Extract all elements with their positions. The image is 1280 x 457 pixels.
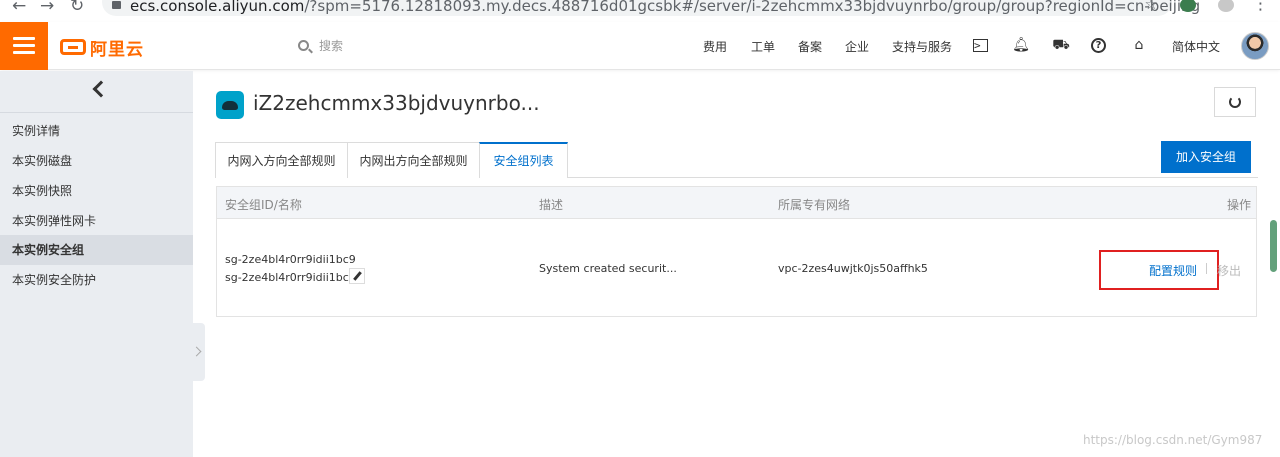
home-icon[interactable]: ⌂ — [1130, 36, 1148, 54]
lock-icon — [112, 1, 121, 9]
remove-link[interactable]: 移出 — [1217, 262, 1241, 279]
tab-outbound-rules[interactable]: 内网出方向全部规则 — [347, 142, 480, 178]
action-separator — [1206, 263, 1207, 274]
hamburger-menu-icon[interactable] — [0, 22, 48, 70]
sidebar: 实例详情 本实例磁盘 本实例快照 本实例弹性网卡 本实例安全组 本实例安全防护 — [0, 71, 193, 457]
cart-icon[interactable]: ⛟ — [1052, 36, 1070, 54]
global-search[interactable]: 搜索 — [298, 37, 343, 54]
console-header: 阿里云 搜索 费用 工单 备案 企业 支持与服务 >_ 🔔︎ ⛟ ? ⌂ 简体中… — [0, 22, 1280, 70]
reload-icon[interactable]: ↻ — [70, 0, 84, 16]
sidebar-back-button[interactable] — [0, 71, 193, 113]
tab-bar: 内网入方向全部规则 内网出方向全部规则 安全组列表 — [215, 142, 568, 178]
ecs-instance-icon — [216, 91, 244, 119]
sidebar-item-instance-details[interactable]: 实例详情 — [0, 116, 193, 146]
page-title: iZ2zehcmmx33bjdvuynrbo... — [253, 91, 540, 115]
forward-arrow-icon[interactable]: → — [40, 0, 54, 16]
nav-link-support[interactable]: 支持与服务 — [892, 38, 952, 55]
bell-icon[interactable]: 🔔︎ — [1012, 36, 1030, 54]
address-bar[interactable]: ecs.console.aliyun.com/?spm=5176.1281809… — [102, 0, 1200, 16]
security-group-description: System created securit... — [539, 262, 677, 275]
configure-rules-link[interactable]: 配置规则 — [1149, 262, 1197, 279]
sidebar-item-eni[interactable]: 本实例弹性网卡 — [0, 206, 193, 236]
aliyun-logo-icon — [60, 39, 86, 55]
back-arrow-icon[interactable]: ← — [12, 0, 26, 16]
aliyun-logo[interactable]: 阿里云 — [60, 36, 144, 60]
watermark: https://blog.csdn.net/Gym987 — [1083, 433, 1263, 447]
chevron-right-icon — [191, 346, 202, 357]
search-placeholder: 搜索 — [319, 39, 344, 53]
scrollbar[interactable] — [1270, 220, 1277, 272]
profile-icon[interactable] — [1218, 0, 1234, 12]
help-icon[interactable]: ? — [1091, 38, 1106, 53]
sidebar-item-security-protection[interactable]: 本实例安全防护 — [0, 265, 193, 295]
chevron-left-icon — [92, 80, 110, 98]
bookmark-star-icon[interactable]: ☆ — [1145, 0, 1158, 13]
sidebar-item-snapshots[interactable]: 本实例快照 — [0, 176, 193, 206]
terminal-icon[interactable]: >_ — [973, 39, 988, 52]
avatar[interactable] — [1241, 32, 1269, 60]
browser-toolbar: ← → ↻ ecs.console.aliyun.com/?spm=5176.1… — [0, 0, 1280, 22]
sidebar-item-disks[interactable]: 本实例磁盘 — [0, 146, 193, 176]
column-header-id: 安全组ID/名称 — [225, 198, 302, 212]
url-text: ecs.console.aliyun.com/?spm=5176.1281809… — [130, 0, 1201, 15]
sidebar-collapse-handle[interactable] — [191, 323, 205, 381]
tab-security-group-list[interactable]: 安全组列表 — [479, 142, 568, 178]
security-group-name: sg-2ze4bl4r0rr9idii1bc... — [225, 271, 360, 284]
browser-menu-icon[interactable]: ⋮ — [1252, 0, 1269, 14]
nav-link-ticket[interactable]: 工单 — [751, 38, 775, 55]
security-group-vpc: vpc-2zes4uwjtk0js50affhk5 — [778, 262, 928, 275]
sidebar-item-security-groups[interactable]: 本实例安全组 — [0, 235, 193, 265]
refresh-icon — [1229, 96, 1241, 108]
nav-link-enterprise[interactable]: 企业 — [845, 38, 869, 55]
search-icon — [298, 40, 309, 51]
refresh-button[interactable] — [1214, 87, 1256, 117]
column-header-actions: 操作 — [1227, 198, 1252, 212]
column-header-vpc: 所属专有网络 — [778, 198, 851, 212]
table-header: 安全组ID/名称 描述 所属专有网络 操作 — [217, 187, 1256, 219]
tab-divider — [568, 177, 1258, 178]
security-group-id: sg-2ze4bl4r0rr9idii1bc9 — [225, 253, 356, 266]
nav-link-icp[interactable]: 备案 — [798, 38, 822, 55]
tab-inbound-rules[interactable]: 内网入方向全部规则 — [215, 142, 348, 178]
add-security-group-button[interactable]: 加入安全组 — [1161, 141, 1251, 173]
language-switch[interactable]: 简体中文 — [1172, 38, 1220, 55]
nav-link-billing[interactable]: 费用 — [703, 38, 727, 55]
column-header-description: 描述 — [539, 198, 564, 212]
edit-pencil-icon[interactable] — [349, 268, 365, 284]
